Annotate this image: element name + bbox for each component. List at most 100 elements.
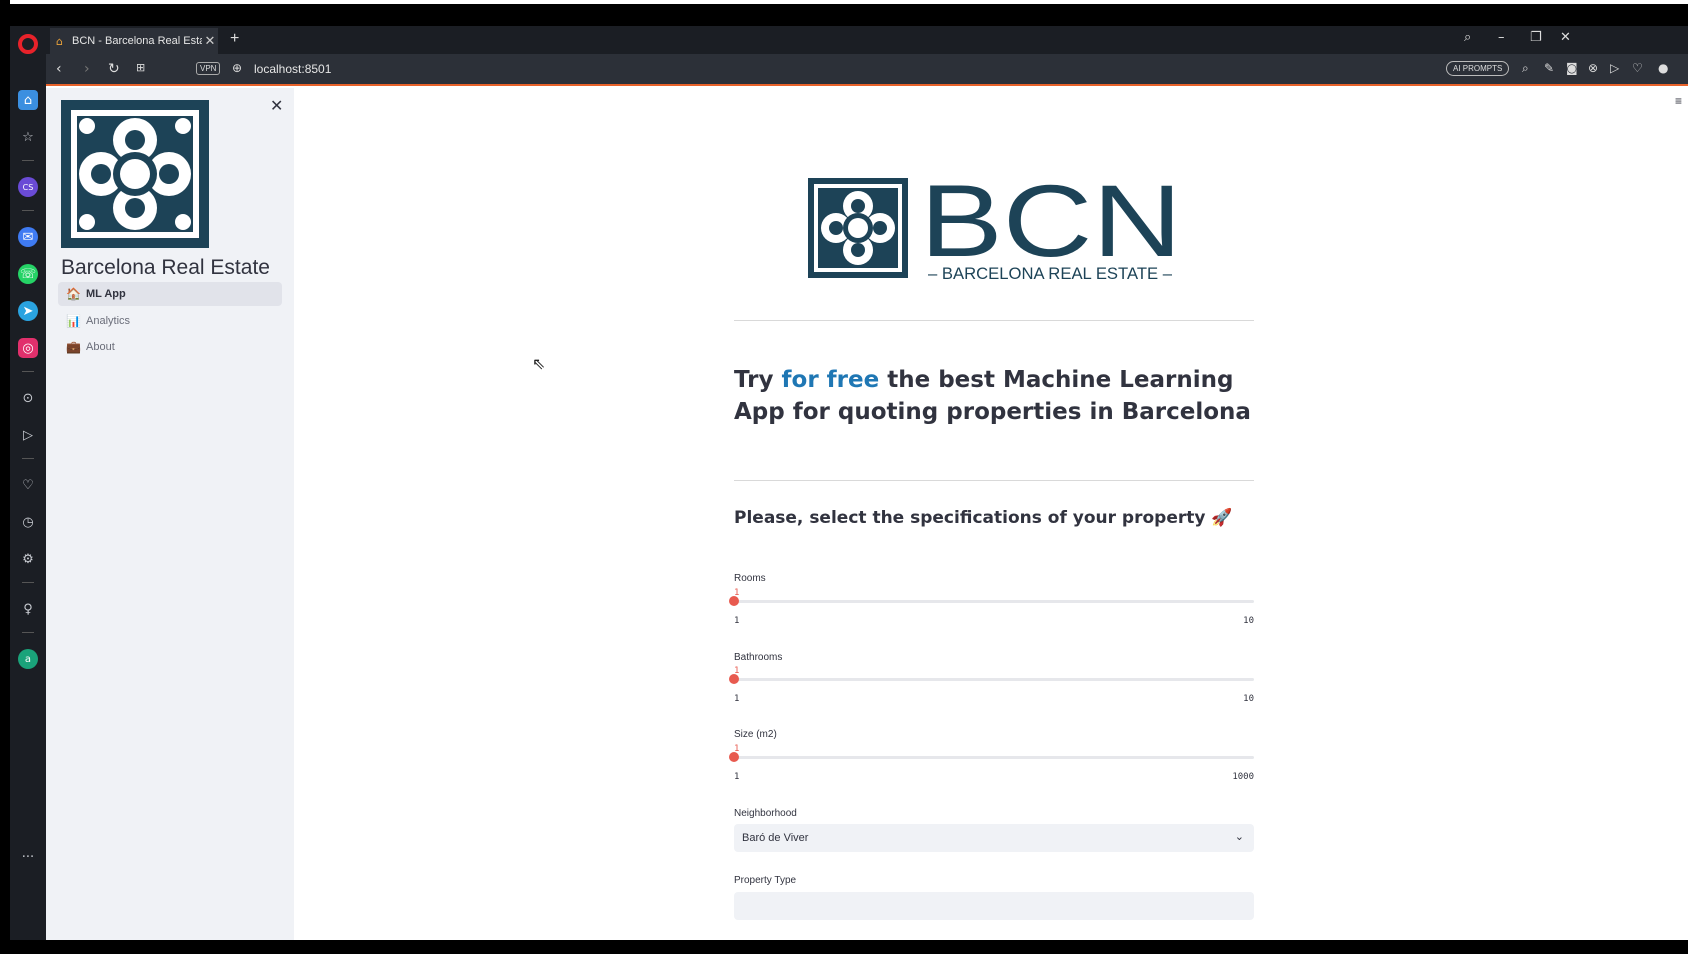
size-slider[interactable]: 1 1 1000 (729, 744, 1254, 784)
separator (22, 371, 34, 372)
tab-title: BCN - Barcelona Real Estate (72, 35, 202, 47)
instagram-icon[interactable]: ◎ (18, 338, 38, 358)
heart-icon[interactable]: ♡ (18, 475, 38, 495)
close-window-icon[interactable]: ✕ (1560, 30, 1571, 45)
search-tabs-icon[interactable]: ⌕ (1464, 30, 1471, 45)
hero-brand: BCN (920, 178, 1180, 278)
slider-track[interactable] (734, 756, 1254, 759)
chevron-down-icon: ⌄ (1234, 830, 1244, 843)
headline-part1: Try (734, 367, 782, 393)
sidebar-item-ml-app[interactable]: 🏠 ML App (58, 282, 282, 306)
minimize-icon[interactable]: – (1498, 30, 1505, 45)
telegram-icon[interactable]: ➤ (18, 301, 38, 321)
screen-frame: ⌂ ☆ CS ✉ ☏ ➤ ◎ ⊙ ▷ ♡ ◷ ⚙ ♀ a ··· ⌂ BCN -… (0, 0, 1688, 954)
tabs-grid-icon[interactable]: ⊞ (136, 61, 145, 74)
flow-icon[interactable]: ▷ (1610, 61, 1619, 75)
settings-icon[interactable]: ⚙ (18, 549, 38, 569)
slider-min: 1 (734, 772, 740, 782)
bar-chart-icon: 📊 (66, 314, 81, 328)
send-icon[interactable]: ▷ (18, 425, 38, 445)
bathrooms-label: Bathrooms (734, 652, 783, 663)
url-field[interactable]: localhost:8501 (254, 62, 331, 76)
player-icon[interactable]: ⊙ (18, 388, 38, 408)
ai-prompts-button[interactable]: AI PROMPTS (1446, 61, 1510, 76)
hero-tagline: – BARCELONA REAL ESTATE – (928, 264, 1173, 283)
globe-icon: ⊕ (232, 61, 243, 75)
streamlit-app: ✕ Barcelona Real Estate 🏠 ML App 📊 Analy… (46, 88, 1688, 940)
more-icon[interactable]: ··· (18, 847, 38, 867)
rooms-label: Rooms (734, 573, 766, 584)
slider-min: 1 (734, 694, 740, 704)
slider-thumb[interactable] (729, 752, 739, 762)
slider-track[interactable] (734, 600, 1254, 603)
sidebar-item-analytics[interactable]: 📊 Analytics (58, 309, 282, 333)
vpn-badge[interactable]: VPN (196, 62, 221, 75)
main-content: ≡ ⇖ BCN – BARCELONA REAL ESTATE – Try fo… (294, 88, 1688, 940)
back-icon[interactable]: ‹ (56, 61, 62, 77)
opera-logo-icon[interactable] (18, 34, 38, 54)
slider-thumb[interactable] (729, 674, 739, 684)
camera-icon[interactable]: ◙ (1566, 61, 1578, 75)
sidebar-item-label: ML App (86, 288, 126, 300)
messenger-icon[interactable]: ✉ (18, 227, 38, 247)
page-headline: Try for free the best Machine Learning A… (734, 364, 1254, 428)
separator (22, 160, 34, 161)
bathrooms-slider[interactable]: 1 1 10 (729, 666, 1254, 706)
mouse-cursor-icon: ⇖ (532, 354, 546, 373)
cs-app-icon[interactable]: CS (18, 177, 38, 197)
tab-close-icon[interactable]: ✕ (202, 33, 218, 49)
browser-tab[interactable]: ⌂ BCN - Barcelona Real Estate ✕ (50, 28, 218, 54)
restore-icon[interactable]: ❐ (1530, 30, 1542, 45)
lightbulb-icon[interactable]: ♀ (18, 599, 38, 619)
block-icon[interactable]: ⊗ (1588, 61, 1598, 75)
opera-sidebar: ⌂ ☆ CS ✉ ☏ ➤ ◎ ⊙ ▷ ♡ ◷ ⚙ ♀ a ··· (10, 26, 46, 940)
tab-bar: ⌂ BCN - Barcelona Real Estate ✕ + ⌕ – ❐ … (46, 26, 1688, 54)
sidebar-item-about[interactable]: 💼 About (58, 335, 282, 359)
slider-max: 10 (1243, 616, 1254, 626)
rooms-slider[interactable]: 1 1 10 (729, 588, 1254, 628)
bcn-logo-icon (61, 100, 209, 248)
separator (22, 210, 34, 211)
menu-icon[interactable]: ≡ (1675, 94, 1682, 108)
profile-icon[interactable]: ● (1658, 61, 1668, 75)
reload-icon[interactable]: ↻ (108, 61, 120, 77)
whatsapp-icon[interactable]: ☏ (18, 264, 38, 284)
search-icon[interactable]: ⌕ (1522, 61, 1529, 76)
separator (22, 458, 34, 459)
top-strip (10, 0, 1688, 4)
favorite-icon[interactable]: ♡ (1632, 61, 1643, 75)
sidebar-item-label: Analytics (86, 315, 131, 327)
slider-max: 10 (1243, 694, 1254, 704)
history-icon[interactable]: ◷ (18, 512, 38, 532)
address-bar: ‹ › ↻ ⊞ VPN ⊕ localhost:8501 AI PROMPTS … (46, 54, 1688, 86)
separator (22, 632, 34, 633)
property-type-label: Property Type (734, 875, 797, 886)
slider-max: 1000 (1232, 772, 1254, 782)
forward-icon[interactable]: › (84, 61, 90, 77)
edit-icon[interactable]: ✎ (1544, 61, 1554, 75)
slider-thumb[interactable] (729, 596, 739, 606)
section-subheading: Please, select the specifications of you… (734, 508, 1233, 528)
star-icon[interactable]: ☆ (18, 127, 38, 147)
headline-highlight: for free (781, 367, 880, 393)
slider-min: 1 (734, 616, 740, 626)
sidebar-close-icon[interactable]: ✕ (270, 96, 283, 116)
extension-icon[interactable]: a (18, 649, 38, 669)
new-tab-button[interactable]: + (230, 30, 239, 48)
size-label: Size (m2) (734, 729, 777, 740)
app-sidebar: ✕ Barcelona Real Estate 🏠 ML App 📊 Analy… (46, 88, 294, 940)
content-column: BCN – BARCELONA REAL ESTATE – Try for fr… (729, 88, 1254, 940)
divider (734, 480, 1254, 481)
neighborhood-select[interactable]: Baró de Viver ⌄ (734, 824, 1254, 852)
separator (22, 582, 34, 583)
home-icon[interactable]: ⌂ (18, 90, 38, 110)
neighborhood-label: Neighborhood (734, 808, 797, 819)
slider-track[interactable] (734, 678, 1254, 681)
property-type-select[interactable] (734, 892, 1254, 920)
sidebar-item-label: About (86, 341, 115, 353)
hero-logo: BCN – BARCELONA REAL ESTATE – (808, 178, 1180, 283)
house-icon: 🏠 (66, 287, 81, 301)
browser-window: ⌂ ☆ CS ✉ ☏ ➤ ◎ ⊙ ▷ ♡ ◷ ⚙ ♀ a ··· ⌂ BCN -… (10, 26, 1688, 940)
briefcase-icon: 💼 (66, 340, 81, 354)
sidebar-title: Barcelona Real Estate (61, 256, 270, 279)
